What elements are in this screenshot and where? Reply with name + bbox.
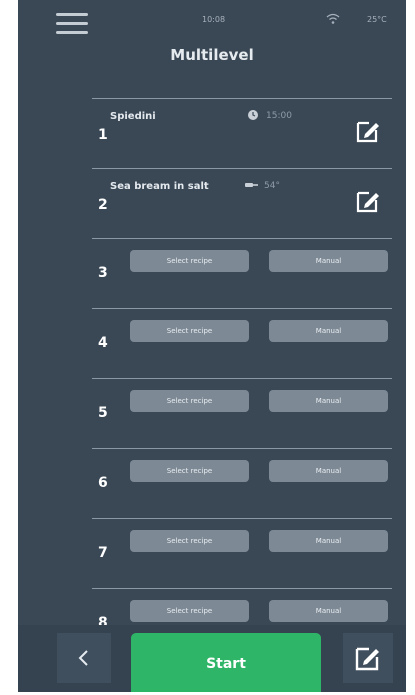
level-number: 6: [98, 475, 108, 491]
level-row-3: 3 Select recipe Manual: [92, 238, 392, 309]
select-recipe-button[interactable]: Select recipe: [130, 250, 249, 272]
select-recipe-button[interactable]: Select recipe: [130, 320, 249, 342]
oven-screen: 10:08 25°C Multilevel 1 Spiedini 15:00 2…: [18, 0, 406, 692]
select-recipe-button[interactable]: Select recipe: [130, 390, 249, 412]
level-row-2: 2 Sea bream in salt 54°: [92, 168, 392, 239]
clock: 10:08: [202, 15, 226, 24]
manual-button[interactable]: Manual: [269, 320, 388, 342]
chevron-left-icon: [78, 650, 88, 666]
edit-button[interactable]: [343, 633, 393, 683]
level-number: 4: [98, 335, 108, 351]
manual-button[interactable]: Manual: [269, 250, 388, 272]
recipe-name: Spiedini: [110, 111, 156, 122]
edit-icon[interactable]: [354, 187, 382, 215]
recipe-duration: 15:00: [266, 111, 292, 121]
edit-icon[interactable]: [354, 117, 382, 145]
level-row-4: 4 Select recipe Manual: [92, 308, 392, 379]
level-row-1: 1 Spiedini 15:00: [92, 98, 392, 169]
recipe-name: Sea bream in salt: [110, 181, 209, 192]
back-button[interactable]: [57, 633, 111, 683]
select-recipe-button[interactable]: Select recipe: [130, 530, 249, 552]
hamburger-menu-icon[interactable]: [56, 13, 88, 35]
wifi-icon: [326, 13, 340, 24]
page-title: Multilevel: [170, 46, 254, 64]
edit-icon: [355, 647, 379, 671]
level-row-5: 5 Select recipe Manual: [92, 378, 392, 449]
status-bar: 10:08 25°C: [18, 0, 406, 40]
manual-button[interactable]: Manual: [269, 460, 388, 482]
manual-button[interactable]: Manual: [269, 390, 388, 412]
probe-icon: [245, 183, 258, 187]
temperature-readout: 25°C: [367, 15, 387, 24]
level-number: 5: [98, 405, 108, 421]
level-number: 7: [98, 545, 108, 561]
level-number: 3: [98, 265, 108, 281]
level-row-7: 7 Select recipe Manual: [92, 518, 392, 589]
probe-temperature: 54°: [264, 181, 280, 191]
level-number: 1: [98, 127, 108, 143]
manual-button[interactable]: Manual: [269, 530, 388, 552]
start-button[interactable]: Start: [131, 633, 321, 692]
level-row-6: 6 Select recipe Manual: [92, 448, 392, 519]
level-number: 2: [98, 197, 108, 213]
manual-button[interactable]: Manual: [269, 600, 388, 622]
select-recipe-button[interactable]: Select recipe: [130, 600, 249, 622]
select-recipe-button[interactable]: Select recipe: [130, 460, 249, 482]
timer-icon: [248, 110, 258, 120]
